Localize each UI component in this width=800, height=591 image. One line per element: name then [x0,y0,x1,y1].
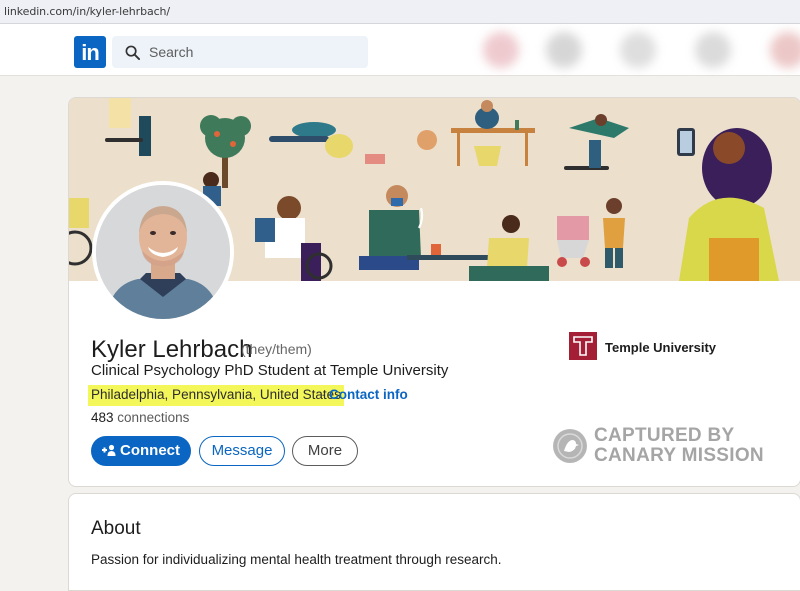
profile-photo-image [96,185,230,319]
nav-item-blurred[interactable] [483,32,519,68]
connections-count[interactable]: 483 connections [91,410,189,425]
canary-mission-badge-icon [553,429,587,463]
temple-university-logo[interactable] [569,332,597,360]
location-separator: · [321,387,326,402]
nav-item-blurred[interactable] [695,32,731,68]
search-box[interactable]: Search [112,36,368,68]
profile-photo[interactable] [92,181,234,323]
bird-icon [554,430,586,462]
url-text[interactable]: linkedin.com/in/kyler-lehrbach/ [4,5,170,18]
profile-card: Kyler Lehrbach (they/them) Clinical Psyc… [68,97,800,487]
profile-location: Philadelphia, Pennsylvania, United State… [88,385,344,406]
nav-item-blurred[interactable] [546,32,582,68]
profile-headline: Clinical Psychology PhD Student at Templ… [91,362,449,379]
profile-name: Kyler Lehrbach [91,336,253,363]
search-placeholder: Search [149,44,194,60]
about-card: About Passion for individualizing mental… [68,493,800,591]
message-button[interactable]: Message [199,436,285,466]
nav-item-blurred[interactable] [770,32,800,68]
search-icon [125,45,140,60]
add-person-icon [102,444,116,456]
contact-info-link[interactable]: Contact info [329,387,408,402]
linkedin-logo[interactable]: in [74,36,106,68]
nav-item-blurred[interactable] [620,32,656,68]
browser-address-bar[interactable]: linkedin.com/in/kyler-lehrbach/ [0,0,800,24]
watermark-text: CAPTURED BY CANARY MISSION [594,426,764,466]
connections-number: 483 [91,410,114,425]
top-navbar: in Search [0,24,800,76]
profile-pronouns: (they/them) [241,341,312,357]
about-text: Passion for individualizing mental healt… [91,552,502,567]
connections-label: connections [117,410,190,425]
temple-t-icon [569,332,597,360]
watermark-line-1: CAPTURED BY [594,425,735,446]
connect-label: Connect [120,442,180,459]
more-button[interactable]: More [292,436,358,466]
about-title: About [91,518,141,539]
connect-button[interactable]: Connect [91,436,191,466]
watermark-line-2: CANARY MISSION [594,445,764,466]
education-name[interactable]: Temple University [605,340,716,355]
